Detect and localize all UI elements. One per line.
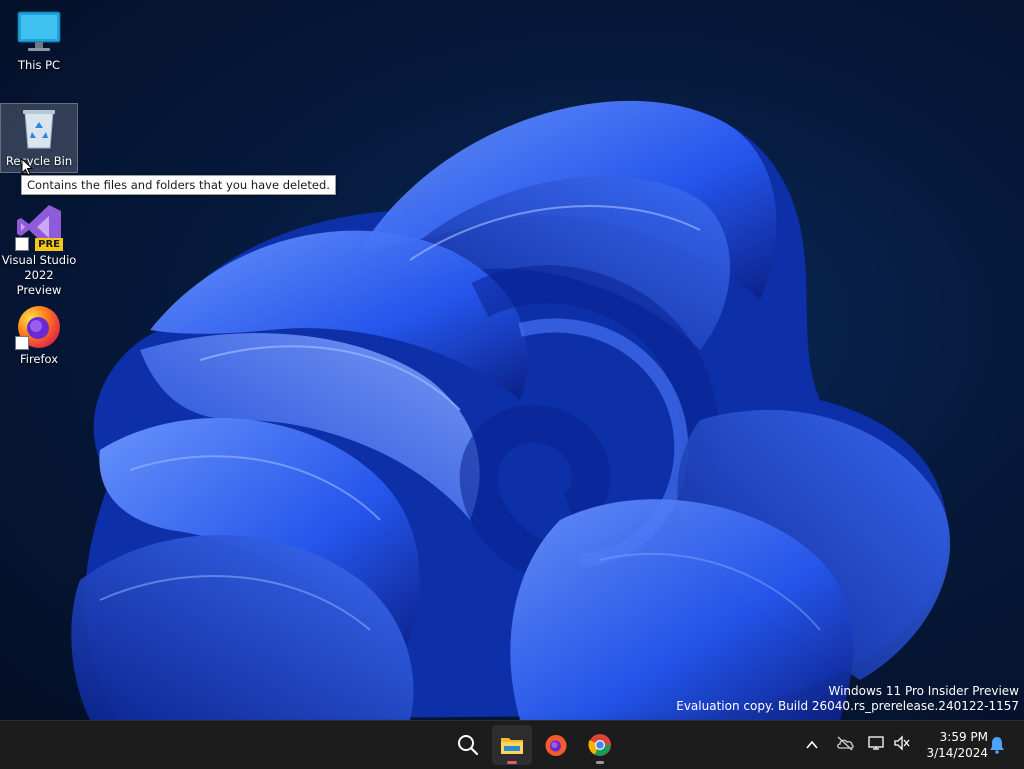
desktop-icon-label: Recycle Bin: [5, 154, 73, 168]
clock-time: 3:59 PM: [939, 730, 988, 744]
volume-muted-icon[interactable]: [893, 735, 911, 751]
chevron-up-icon[interactable]: [805, 738, 819, 752]
evaluation-watermark: Windows 11 Pro Insider Preview Evaluatio…: [676, 684, 1019, 714]
desktop-icon-firefox[interactable]: Firefox: [1, 302, 77, 367]
taskbar-file-explorer-button[interactable]: [492, 725, 532, 765]
wallpaper-bloom: [71, 100, 951, 720]
monitor-icon: [15, 8, 63, 56]
visual-studio-preview-icon: PRE: [15, 203, 63, 251]
network-icon[interactable]: [868, 735, 886, 751]
recycle-bin-tooltip: Contains the files and folders that you …: [21, 175, 336, 195]
desktop-icon-this-pc[interactable]: This PC: [1, 8, 77, 73]
mouse-cursor-icon: [21, 158, 33, 176]
desktop-icon-recycle-bin[interactable]: Recycle Bin: [0, 103, 78, 173]
file-explorer-icon: [501, 738, 523, 754]
firefox-icon: [545, 735, 567, 756]
running-indicator: [507, 761, 517, 764]
bell-icon[interactable]: [989, 736, 1005, 754]
watermark-line-edition: Windows 11 Pro Insider Preview: [828, 684, 1019, 698]
chrome-icon: [588, 734, 611, 756]
running-indicator: [596, 761, 604, 764]
taskbar-firefox-button[interactable]: [536, 725, 576, 765]
taskbar-chrome-button[interactable]: [580, 725, 620, 765]
taskbar-search-button[interactable]: [448, 725, 488, 765]
taskbar: 3:59 PM 3/14/2024: [0, 720, 1024, 769]
desktop-icon-label: This PC: [17, 58, 61, 72]
taskbar-clock[interactable]: 3:59 PM 3/14/2024: [916, 729, 988, 761]
desktop-icon-visual-studio[interactable]: PRE Visual Studio 2022 Preview: [1, 203, 77, 298]
desktop-icon-label: Visual Studio 2022 Preview: [1, 253, 77, 297]
shortcut-arrow-icon: [15, 336, 29, 350]
watermark-line-build: Evaluation copy. Build 26040.rs_prerelea…: [676, 699, 1019, 713]
recycle-bin-icon: [15, 104, 63, 152]
shortcut-arrow-icon: [15, 237, 29, 251]
preview-badge: PRE: [35, 238, 63, 251]
onedrive-icon[interactable]: [836, 735, 854, 751]
desktop-icon-label: Firefox: [19, 352, 59, 366]
desktop[interactable]: This PC Recycle Bin PRE Visual Studio 20…: [0, 0, 1024, 720]
clock-date: 3/14/2024: [926, 746, 988, 760]
search-icon: [458, 735, 479, 756]
firefox-icon: [15, 302, 63, 350]
